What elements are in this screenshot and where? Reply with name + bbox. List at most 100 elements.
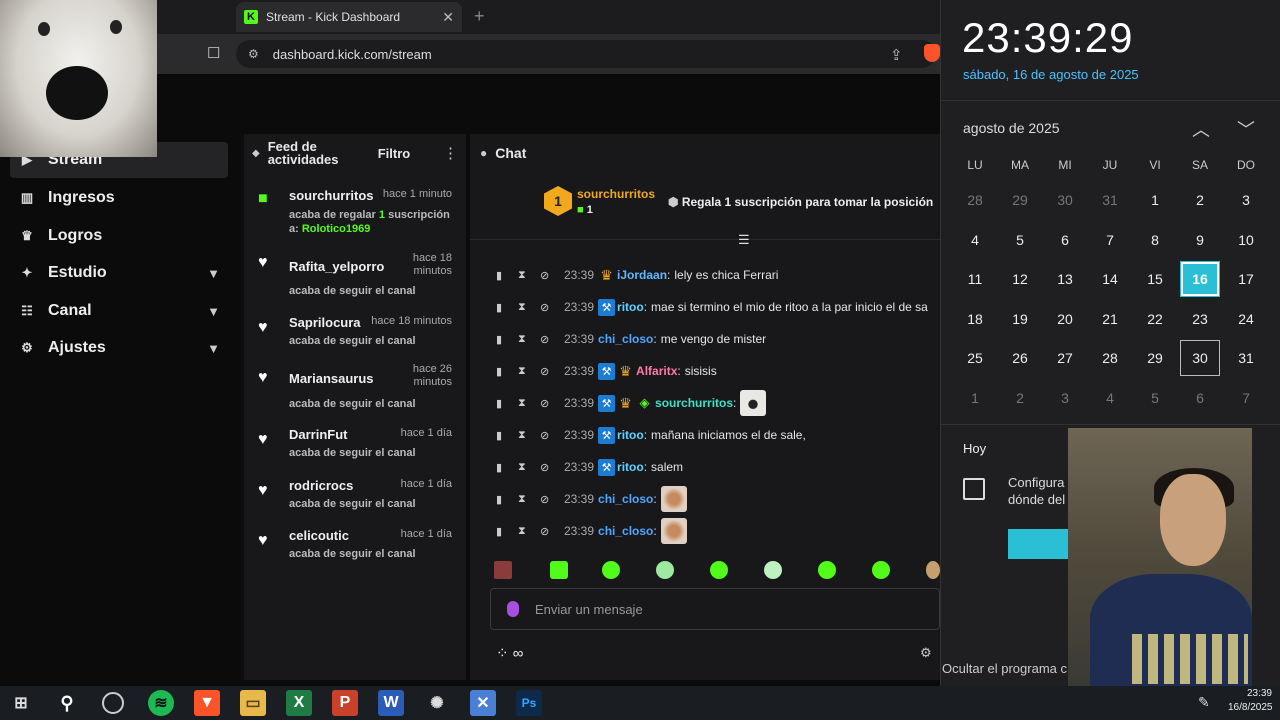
timeout-icon[interactable]: ⧗ bbox=[518, 333, 540, 346]
ban-icon[interactable]: ⊘ bbox=[540, 461, 562, 474]
sidebar-item-ingresos[interactable]: ▥ Ingresos bbox=[10, 180, 228, 216]
calendar-day[interactable]: 26 bbox=[1000, 340, 1040, 376]
sidebar-item-ajustes[interactable]: ⚙ Ajustes ▼ bbox=[10, 330, 228, 366]
emote-icon[interactable] bbox=[710, 561, 728, 579]
calendar-day-today[interactable]: 16 bbox=[1180, 261, 1220, 297]
folder-icon[interactable]: ▭ bbox=[240, 690, 266, 716]
timeout-icon[interactable]: ⧗ bbox=[518, 493, 540, 506]
message-username[interactable]: iJordaan bbox=[617, 268, 667, 282]
chat-settings-icon[interactable]: ⚙ bbox=[920, 645, 932, 661]
clock-date[interactable]: sábado, 16 de agosto de 2025 bbox=[963, 67, 1139, 82]
calendar-day[interactable]: 7 bbox=[1090, 222, 1130, 258]
timeout-icon[interactable]: ⧗ bbox=[518, 301, 540, 314]
calendar-day[interactable]: 4 bbox=[955, 222, 995, 258]
feed-filter-button[interactable]: Filtro bbox=[378, 146, 411, 161]
message-username[interactable]: ritoo bbox=[617, 300, 644, 314]
excel-icon[interactable]: X bbox=[286, 690, 312, 716]
scroll-indicator-icon[interactable]: ☰ bbox=[738, 232, 750, 248]
timeout-icon[interactable]: ⧗ bbox=[518, 429, 540, 442]
delete-icon[interactable]: ▮ bbox=[496, 333, 518, 346]
delete-icon[interactable]: ▮ bbox=[496, 397, 518, 410]
ban-icon[interactable]: ⊘ bbox=[540, 365, 562, 378]
calendar-day[interactable]: 3 bbox=[1045, 380, 1085, 416]
new-tab-button[interactable]: + bbox=[474, 6, 485, 27]
calendar-day[interactable]: 20 bbox=[1045, 301, 1085, 337]
calendar-day[interactable]: 11 bbox=[955, 261, 995, 297]
timeout-icon[interactable]: ⧗ bbox=[518, 365, 540, 378]
delete-icon[interactable]: ▮ bbox=[496, 461, 518, 474]
calendar-day[interactable]: 5 bbox=[1000, 222, 1040, 258]
message-username[interactable]: chi_closo bbox=[598, 492, 653, 506]
ban-icon[interactable]: ⊘ bbox=[540, 397, 562, 410]
timeout-icon[interactable]: ⧗ bbox=[518, 269, 540, 282]
calendar-day[interactable]: 2 bbox=[1180, 182, 1220, 218]
leaderboard-username[interactable]: sourchurritos bbox=[577, 187, 655, 201]
delete-icon[interactable]: ▮ bbox=[496, 493, 518, 506]
calendar-day[interactable]: 29 bbox=[1135, 340, 1175, 376]
feed-username[interactable]: Saprilocura bbox=[289, 315, 361, 330]
ban-icon[interactable]: ⊘ bbox=[540, 333, 562, 346]
delete-icon[interactable]: ▮ bbox=[496, 365, 518, 378]
ban-icon[interactable]: ⊘ bbox=[540, 493, 562, 506]
calendar-day[interactable]: 14 bbox=[1090, 261, 1130, 297]
word-icon[interactable]: W bbox=[378, 690, 404, 716]
search-icon[interactable]: ⚲ bbox=[54, 690, 80, 716]
calendar-day[interactable]: 1 bbox=[1135, 182, 1175, 218]
calendar-day[interactable]: 22 bbox=[1135, 301, 1175, 337]
ban-icon[interactable]: ⊘ bbox=[540, 269, 562, 282]
microphone-icon[interactable] bbox=[507, 601, 519, 617]
calendar-day[interactable]: 1 bbox=[955, 380, 995, 416]
windows-start-icon[interactable]: ⊞ bbox=[8, 690, 34, 716]
sidebar-item-canal[interactable]: ☷ Canal ▼ bbox=[10, 293, 228, 329]
sidebar-item-estudio[interactable]: ✦ Estudio ▼ bbox=[10, 255, 228, 291]
emote-image[interactable] bbox=[660, 486, 687, 512]
message-username[interactable]: sourchurritos bbox=[655, 396, 733, 410]
feed-username[interactable]: Rafita_yelporro bbox=[289, 259, 384, 274]
spotify-icon[interactable]: ≋ bbox=[148, 690, 174, 716]
brave-icon[interactable]: ▼ bbox=[194, 690, 220, 716]
address-bar[interactable]: ⚙ dashboard.kick.com/stream bbox=[236, 40, 936, 68]
calendar-day[interactable]: 30 bbox=[1180, 340, 1220, 376]
emote-icon[interactable] bbox=[550, 561, 568, 579]
calendar-day[interactable]: 25 bbox=[955, 340, 995, 376]
calendar-day[interactable]: 23 bbox=[1180, 301, 1220, 337]
calendar-day[interactable]: 3 bbox=[1226, 182, 1266, 218]
calendar-day[interactable]: 29 bbox=[1000, 182, 1040, 218]
calendar-day[interactable]: 4 bbox=[1090, 380, 1130, 416]
next-month-icon[interactable]: ﹀ bbox=[1237, 116, 1255, 142]
calendar-day[interactable]: 28 bbox=[1090, 340, 1130, 376]
message-username[interactable]: ritoo bbox=[617, 460, 644, 474]
month-label[interactable]: agosto de 2025 bbox=[963, 120, 1060, 136]
site-settings-icon[interactable]: ⚙ bbox=[248, 47, 259, 61]
message-username[interactable]: ritoo bbox=[617, 428, 644, 442]
delete-icon[interactable]: ▮ bbox=[496, 429, 518, 442]
delete-icon[interactable]: ▮ bbox=[496, 301, 518, 314]
calendar-day[interactable]: 6 bbox=[1180, 380, 1220, 416]
chat-input[interactable]: Enviar un mensaje bbox=[490, 588, 940, 630]
bookmark-icon[interactable]: ☐ bbox=[207, 44, 225, 64]
message-username[interactable]: Alfaritx bbox=[636, 364, 677, 378]
collapse-arrow-icon[interactable]: ◆ bbox=[252, 148, 260, 159]
browser-tab[interactable]: K Stream - Kick Dashboard ✕ bbox=[236, 2, 462, 32]
emote-icon[interactable] bbox=[872, 561, 890, 579]
calendar-day[interactable]: 18 bbox=[955, 301, 995, 337]
feed-username[interactable]: celicoutic bbox=[289, 528, 349, 543]
calendar-day[interactable]: 17 bbox=[1226, 261, 1266, 297]
pen-icon[interactable]: ✎ bbox=[1198, 694, 1210, 711]
settings-app-icon[interactable]: ✺ bbox=[424, 690, 450, 716]
calendar-day[interactable]: 19 bbox=[1000, 301, 1040, 337]
calendar-day[interactable]: 8 bbox=[1135, 222, 1175, 258]
calendar-day[interactable]: 27 bbox=[1045, 340, 1085, 376]
calendar-day[interactable]: 10 bbox=[1226, 222, 1266, 258]
emote-icon[interactable] bbox=[818, 561, 836, 579]
emote-icon[interactable] bbox=[764, 561, 782, 579]
timeout-icon[interactable]: ⧗ bbox=[518, 397, 540, 410]
message-username[interactable]: chi_closo bbox=[598, 332, 653, 346]
calendar-day[interactable]: 28 bbox=[955, 182, 995, 218]
emote-image[interactable] bbox=[660, 518, 687, 544]
previous-month-icon[interactable]: ︿ bbox=[1192, 116, 1210, 142]
share-icon[interactable]: ⇪ bbox=[890, 46, 903, 64]
calendar-day[interactable]: 24 bbox=[1226, 301, 1266, 337]
brave-shield-icon[interactable] bbox=[924, 44, 940, 62]
calendar-day[interactable]: 7 bbox=[1226, 380, 1266, 416]
